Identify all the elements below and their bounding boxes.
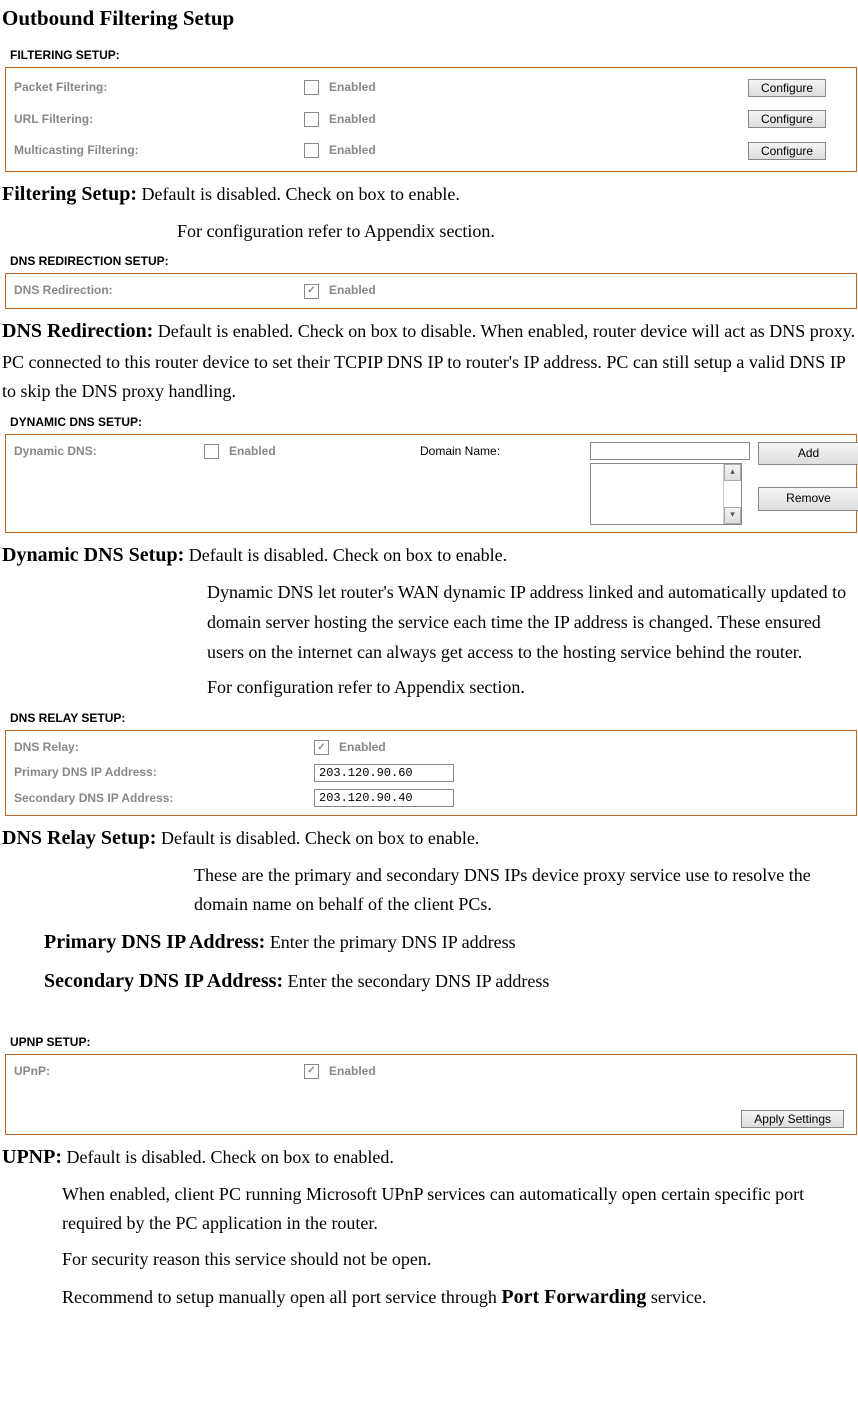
enabled-text: Enabled: [229, 442, 276, 461]
upnp-label: UPnP:: [14, 1062, 304, 1081]
dns-redirection-heading: DNS Redirection:: [2, 320, 153, 342]
upnp-desc4: Recommend to setup manually open all por…: [2, 1281, 858, 1314]
dynamic-dns-row: Dynamic DNS: Enabled Domain Name: ▴ ▾ Ad…: [14, 439, 848, 528]
dns-redirection-desc: DNS Redirection: Default is enabled. Che…: [2, 315, 858, 407]
dynamic-dns-panel-title: DYNAMIC DNS SETUP:: [10, 413, 858, 432]
upnp-desc: UPNP: Default is disabled. Check on box …: [2, 1141, 858, 1174]
domain-name-input[interactable]: [590, 442, 750, 460]
remove-button[interactable]: Remove: [758, 487, 858, 510]
dynamic-dns-desc: Dynamic DNS Setup: Default is disabled. …: [2, 539, 858, 572]
primary-dns-input[interactable]: [314, 764, 454, 782]
dns-redirection-label: DNS Redirection:: [14, 281, 304, 300]
multicasting-filtering-checkbox[interactable]: [304, 143, 319, 158]
secondary-dns-input[interactable]: [314, 789, 454, 807]
filtering-setup-desc2: For configuration refer to Appendix sect…: [2, 217, 858, 247]
secondary-dns-desc: Secondary DNS IP Address: Enter the seco…: [2, 965, 858, 998]
dns-relay-panel: DNS Relay: ✓ Enabled Primary DNS IP Addr…: [5, 730, 857, 816]
filtering-setup-panel-title: FILTERING SETUP:: [10, 46, 858, 65]
filtering-setup-panel: Packet Filtering: Enabled Configure URL …: [5, 67, 857, 172]
dns-relay-desc2: These are the primary and secondary DNS …: [2, 861, 858, 920]
add-button[interactable]: Add: [758, 442, 858, 465]
url-filtering-configure-button[interactable]: Configure: [748, 110, 826, 128]
apply-settings-button[interactable]: Apply Settings: [741, 1110, 844, 1128]
packet-filtering-label: Packet Filtering:: [14, 78, 304, 97]
domain-name-label: Domain Name:: [420, 442, 590, 461]
url-filtering-checkbox[interactable]: [304, 112, 319, 127]
dns-relay-desc: DNS Relay Setup: Default is disabled. Ch…: [2, 822, 858, 855]
dns-relay-heading: DNS Relay Setup:: [2, 827, 156, 849]
primary-dns-row: Primary DNS IP Address:: [14, 760, 848, 785]
enabled-text: Enabled: [329, 110, 376, 129]
upnp-desc3: For security reason this service should …: [2, 1245, 858, 1275]
dns-relay-label: DNS Relay:: [14, 738, 314, 757]
secondary-dns-label: Secondary DNS IP Address:: [14, 789, 314, 808]
dynamic-dns-label: Dynamic DNS:: [14, 442, 204, 461]
dns-redirection-panel: DNS Redirection: ✓ Enabled: [5, 273, 857, 308]
dns-redirection-row: DNS Redirection: ✓ Enabled: [14, 278, 848, 303]
dns-relay-checkbox[interactable]: ✓: [314, 740, 329, 755]
dynamic-dns-desc2: Dynamic DNS let router's WAN dynamic IP …: [2, 578, 858, 667]
upnp-heading: UPNP:: [2, 1146, 62, 1168]
primary-dns-heading: Primary DNS IP Address:: [44, 931, 265, 953]
dynamic-dns-desc3: For configuration refer to Appendix sect…: [2, 673, 858, 703]
upnp-panel: UPnP: ✓ Enabled Apply Settings: [5, 1054, 857, 1135]
upnp-row: UPnP: ✓ Enabled: [14, 1059, 848, 1084]
scroll-up-icon[interactable]: ▴: [724, 464, 741, 481]
dns-redirection-panel-title: DNS REDIRECTION SETUP:: [10, 252, 858, 271]
scroll-down-icon[interactable]: ▾: [724, 507, 741, 524]
enabled-text: Enabled: [329, 1062, 376, 1081]
secondary-dns-row: Secondary DNS IP Address:: [14, 786, 848, 811]
packet-filtering-row: Packet Filtering: Enabled Configure: [14, 72, 848, 104]
enabled-text: Enabled: [329, 78, 376, 97]
upnp-panel-title: UPNP SETUP:: [10, 1033, 858, 1052]
url-filtering-label: URL Filtering:: [14, 110, 304, 129]
upnp-desc2: When enabled, client PC running Microsof…: [2, 1180, 858, 1239]
dns-redirection-checkbox[interactable]: ✓: [304, 284, 319, 299]
secondary-dns-heading: Secondary DNS IP Address:: [44, 970, 283, 992]
upnp-checkbox[interactable]: ✓: [304, 1064, 319, 1079]
dns-relay-panel-title: DNS RELAY SETUP:: [10, 709, 858, 728]
filtering-setup-desc: Filtering Setup: Default is disabled. Ch…: [2, 178, 858, 211]
enabled-text: Enabled: [329, 281, 376, 300]
url-filtering-row: URL Filtering: Enabled Configure: [14, 103, 848, 135]
page-title: Outbound Filtering Setup: [2, 2, 858, 36]
domain-name-list[interactable]: ▴ ▾: [590, 463, 742, 525]
dynamic-dns-panel: Dynamic DNS: Enabled Domain Name: ▴ ▾ Ad…: [5, 434, 857, 533]
multicasting-filtering-row: Multicasting Filtering: Enabled Configur…: [14, 135, 848, 167]
dynamic-dns-checkbox[interactable]: [204, 444, 219, 459]
packet-filtering-configure-button[interactable]: Configure: [748, 79, 826, 97]
packet-filtering-checkbox[interactable]: [304, 80, 319, 95]
enabled-text: Enabled: [329, 141, 376, 160]
primary-dns-desc: Primary DNS IP Address: Enter the primar…: [2, 926, 858, 959]
enabled-text: Enabled: [339, 738, 386, 757]
filtering-setup-heading: Filtering Setup:: [2, 183, 137, 205]
multicasting-filtering-configure-button[interactable]: Configure: [748, 142, 826, 160]
primary-dns-label: Primary DNS IP Address:: [14, 763, 314, 782]
multicasting-filtering-label: Multicasting Filtering:: [14, 141, 304, 160]
dns-relay-row: DNS Relay: ✓ Enabled: [14, 735, 848, 760]
dynamic-dns-heading: Dynamic DNS Setup:: [2, 544, 184, 566]
